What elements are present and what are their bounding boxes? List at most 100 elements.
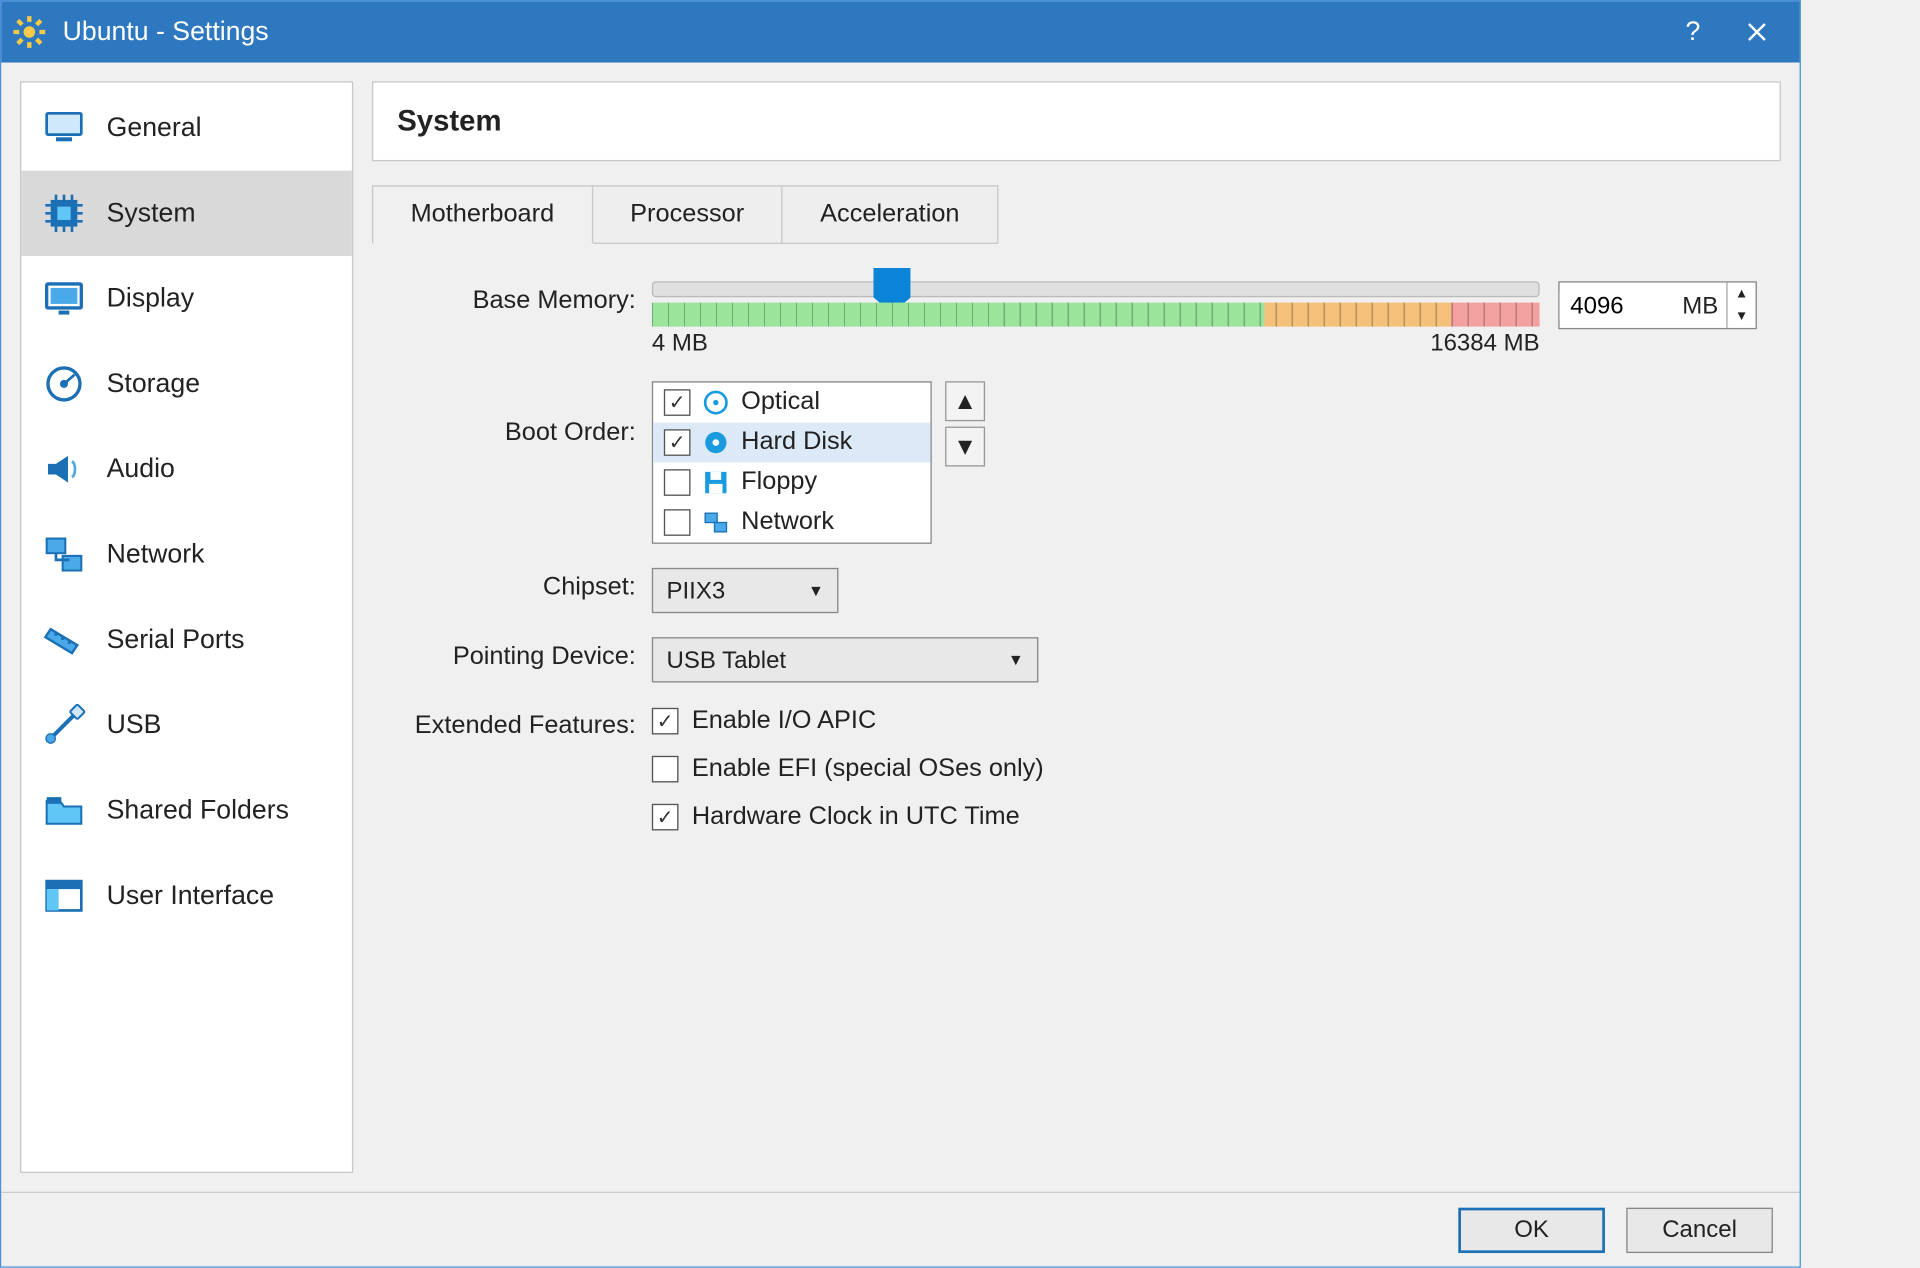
monitor-icon — [40, 104, 88, 152]
sidebar-item-label: Storage — [107, 369, 334, 400]
sidebar-item-label: User Interface — [107, 880, 334, 911]
sidebar-item-label: General — [107, 113, 334, 144]
memory-max-label: 16384 MB — [1430, 329, 1539, 357]
base-memory-spinbox[interactable]: MB ▲ ▼ — [1558, 281, 1757, 329]
boot-item-label: Hard Disk — [741, 428, 852, 457]
serial-port-icon — [40, 616, 88, 664]
display-icon — [40, 275, 88, 323]
sidebar-item-label: Network — [107, 539, 334, 570]
row-boot-order: Boot Order: Optical Hard Disk — [372, 381, 1757, 544]
tab-motherboard[interactable]: Motherboard — [372, 185, 593, 244]
sidebar-item-serial-ports[interactable]: Serial Ports — [21, 597, 352, 682]
chevron-down-icon: ▼ — [1008, 651, 1024, 670]
memory-range-labels: 4 MB 16384 MB — [652, 329, 1540, 357]
sidebar-item-label: System — [107, 198, 334, 229]
close-button[interactable] — [1725, 1, 1789, 62]
arrow-up-icon: ▲ — [953, 387, 977, 415]
settings-sidebar: General System Display Storage Audio Net… — [20, 81, 353, 1173]
row-base-memory: Base Memory: 4 MB 16384 MB MB — [372, 281, 1757, 357]
boot-order-list[interactable]: Optical Hard Disk Floppy — [652, 381, 932, 544]
tab-body-motherboard: Base Memory: 4 MB 16384 MB MB — [372, 257, 1781, 1173]
label-extended-features: Extended Features: — [372, 706, 652, 741]
sidebar-item-system[interactable]: System — [21, 171, 352, 256]
row-chipset: Chipset: PIIX3 ▼ — [372, 568, 1757, 613]
sidebar-item-network[interactable]: Network — [21, 512, 352, 597]
optical-disc-icon — [701, 388, 730, 417]
speaker-icon — [40, 445, 88, 493]
feature-hw-clock[interactable]: Hardware Clock in UTC Time — [652, 802, 1044, 831]
boot-optical-checkbox[interactable] — [664, 389, 691, 416]
boot-item-label: Optical — [741, 388, 820, 417]
sidebar-item-audio[interactable]: Audio — [21, 427, 352, 512]
memory-tick-bar — [652, 303, 1540, 327]
boot-move-up-button[interactable]: ▲ — [945, 381, 985, 421]
hard-disk-icon — [701, 428, 730, 457]
feature-io-apic[interactable]: Enable I/O APIC — [652, 706, 1044, 735]
tab-row: Motherboard Processor Acceleration — [372, 185, 1781, 244]
efi-checkbox[interactable] — [652, 756, 679, 783]
row-extended-features: Extended Features: Enable I/O APIC Enabl… — [372, 706, 1757, 831]
ui-layout-icon — [40, 872, 88, 920]
row-pointing-device: Pointing Device: USB Tablet ▼ — [372, 637, 1757, 682]
sidebar-item-user-interface[interactable]: User Interface — [21, 853, 352, 938]
boot-item-label: Network — [741, 508, 834, 537]
base-memory-input[interactable] — [1560, 291, 1683, 319]
boot-item-floppy[interactable]: Floppy — [653, 463, 930, 503]
boot-floppy-checkbox[interactable] — [664, 469, 691, 496]
io-apic-checkbox[interactable] — [652, 708, 679, 735]
sidebar-item-display[interactable]: Display — [21, 256, 352, 341]
app-gear-icon — [12, 15, 47, 50]
io-apic-label: Enable I/O APIC — [692, 706, 876, 735]
tab-acceleration[interactable]: Acceleration — [781, 185, 998, 244]
chip-icon — [40, 189, 88, 237]
base-memory-unit: MB — [1682, 291, 1726, 319]
pointing-device-combo[interactable]: USB Tablet ▼ — [652, 637, 1039, 682]
boot-item-optical[interactable]: Optical — [653, 383, 930, 423]
boot-move-down-button[interactable]: ▼ — [945, 427, 985, 467]
label-pointing-device: Pointing Device: — [372, 637, 652, 672]
sidebar-item-general[interactable]: General — [21, 85, 352, 170]
feature-efi[interactable]: Enable EFI (special OSes only) — [652, 754, 1044, 783]
titlebar[interactable]: Ubuntu - Settings ? — [1, 1, 1799, 62]
network-small-icon — [701, 508, 730, 537]
spin-up-button[interactable]: ▲ — [1728, 283, 1756, 306]
boot-item-network[interactable]: Network — [653, 503, 930, 543]
tab-processor[interactable]: Processor — [591, 185, 782, 244]
boot-item-label: Floppy — [741, 468, 817, 497]
sidebar-item-label: Display — [107, 283, 334, 314]
main-pane: System Motherboard Processor Acceleratio… — [372, 81, 1781, 1173]
arrow-down-icon: ▼ — [953, 433, 977, 461]
base-memory-slider[interactable] — [652, 281, 1540, 297]
hw-clock-checkbox[interactable] — [652, 804, 679, 831]
sidebar-item-storage[interactable]: Storage — [21, 341, 352, 426]
sidebar-item-label: Shared Folders — [107, 795, 334, 826]
efi-label: Enable EFI (special OSes only) — [692, 754, 1044, 783]
client-area: General System Display Storage Audio Net… — [1, 63, 1799, 1192]
chipset-value: PIIX3 — [667, 577, 726, 605]
sidebar-item-usb[interactable]: USB — [21, 682, 352, 767]
memory-min-label: 4 MB — [652, 329, 708, 357]
folder-icon — [40, 786, 88, 834]
boot-item-hard-disk[interactable]: Hard Disk — [653, 423, 930, 463]
boot-network-checkbox[interactable] — [664, 509, 691, 536]
usb-icon — [40, 701, 88, 749]
network-icon — [40, 531, 88, 579]
ok-button[interactable]: OK — [1458, 1207, 1605, 1252]
label-boot-order: Boot Order: — [372, 381, 652, 448]
label-chipset: Chipset: — [372, 568, 652, 603]
chipset-combo[interactable]: PIIX3 ▼ — [652, 568, 839, 613]
page-title: System — [372, 81, 1781, 161]
chevron-down-icon: ▼ — [808, 581, 824, 600]
spin-down-button[interactable]: ▼ — [1728, 305, 1756, 328]
help-button[interactable]: ? — [1661, 1, 1725, 62]
dialog-footer: OK Cancel — [1, 1192, 1799, 1267]
base-memory-slider-col: 4 MB 16384 MB — [652, 281, 1540, 357]
pointing-device-value: USB Tablet — [667, 646, 787, 674]
settings-window: Ubuntu - Settings ? General System Displ… — [0, 0, 1801, 1268]
sidebar-item-label: Serial Ports — [107, 625, 334, 656]
sidebar-item-shared-folders[interactable]: Shared Folders — [21, 768, 352, 853]
storage-icon — [40, 360, 88, 408]
cancel-button[interactable]: Cancel — [1626, 1207, 1773, 1252]
sidebar-item-label: Audio — [107, 454, 334, 485]
boot-harddisk-checkbox[interactable] — [664, 429, 691, 456]
